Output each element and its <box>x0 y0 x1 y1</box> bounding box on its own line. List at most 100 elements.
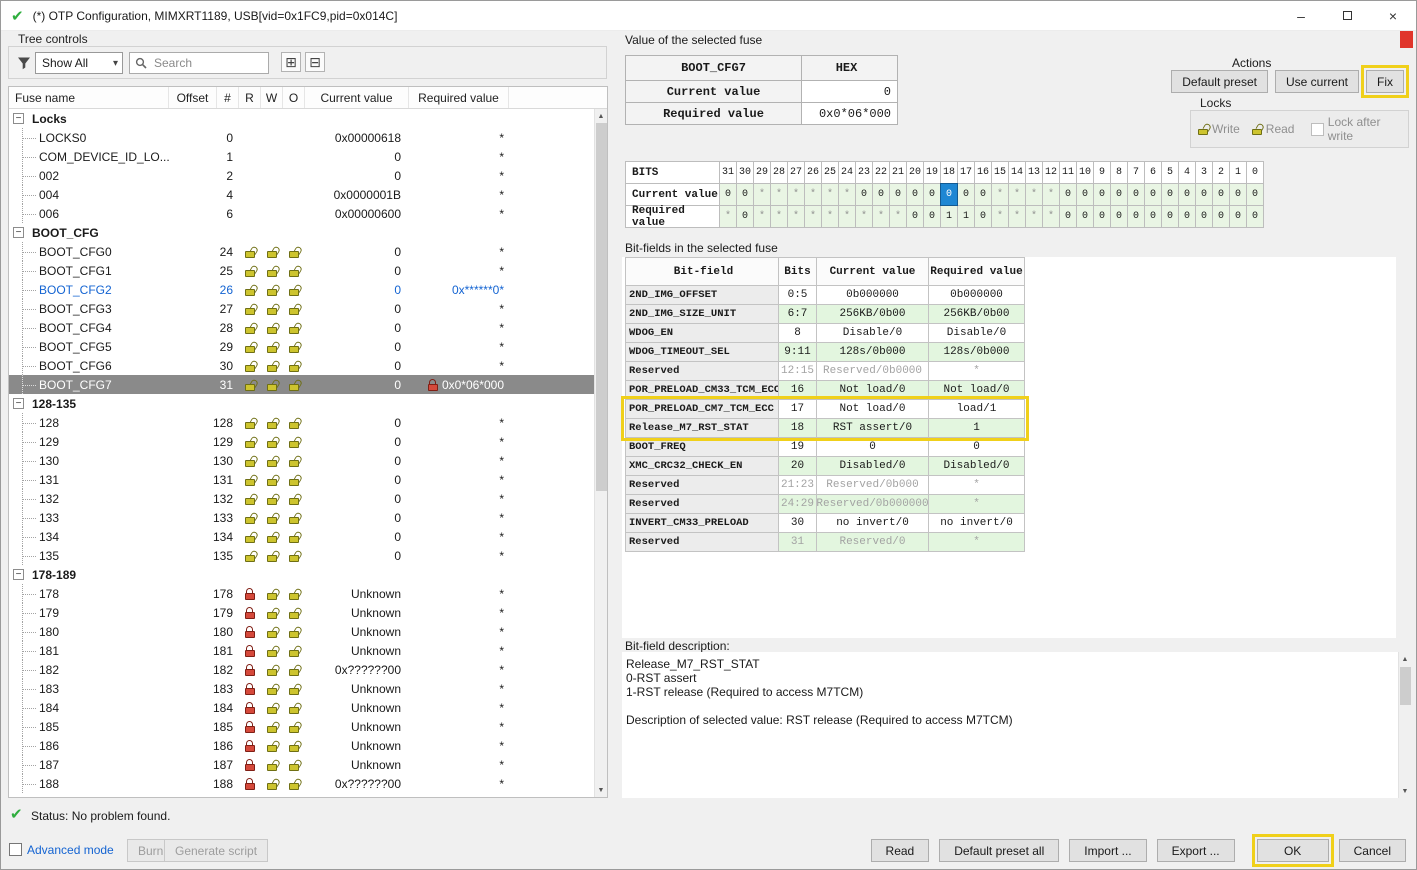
bit-value[interactable]: 0 <box>719 183 737 206</box>
column-fuse-name[interactable]: Fuse name <box>9 87 169 108</box>
bit-value[interactable]: 0 <box>1195 205 1213 228</box>
write-lock-icon[interactable] <box>266 322 278 334</box>
bitfield-row[interactable]: BOOT_FREQ1900 <box>625 437 1025 457</box>
override-lock-icon[interactable] <box>288 664 300 676</box>
read-lock-icon[interactable] <box>244 455 256 467</box>
bit-value[interactable]: * <box>838 183 856 206</box>
bit-value[interactable]: 0 <box>1076 205 1094 228</box>
close-button[interactable]: × <box>1370 1 1416 30</box>
read-lock-icon[interactable] <box>244 379 256 391</box>
bit-value[interactable]: * <box>1025 183 1043 206</box>
collapse-all-button[interactable]: ⊟ <box>305 52 325 72</box>
override-lock-icon[interactable] <box>288 417 300 429</box>
read-lock-icon[interactable] <box>244 759 256 771</box>
bitfield-required[interactable]: * <box>928 494 1025 514</box>
bitfield-row[interactable]: POR_PRELOAD_CM7_TCM_ECC17Not load/0load/… <box>625 399 1025 419</box>
bit-value[interactable]: * <box>753 183 771 206</box>
override-lock-icon[interactable] <box>288 645 300 657</box>
tree-row[interactable]: 178178Unknown* <box>9 584 594 603</box>
read-lock-icon[interactable] <box>244 360 256 372</box>
tree-row[interactable]: −178-189 <box>9 565 594 584</box>
override-lock-icon[interactable] <box>288 721 300 733</box>
bit-value[interactable]: 0 <box>1144 183 1162 206</box>
bitfield-row[interactable]: WDOG_TIMEOUT_SEL9:11128s/0b000128s/0b000 <box>625 342 1025 362</box>
read-lock-icon[interactable] <box>244 740 256 752</box>
read-lock-icon[interactable] <box>244 284 256 296</box>
minimize-button[interactable]: – <box>1278 1 1324 30</box>
read-lock-icon[interactable] <box>244 341 256 353</box>
bit-value[interactable]: * <box>804 183 822 206</box>
tree-row[interactable]: BOOT_CFG4280* <box>9 318 594 337</box>
maximize-button[interactable] <box>1324 1 1370 30</box>
bitfield-row[interactable]: 2ND_IMG_SIZE_UNIT6:7256KB/0b00256KB/0b00 <box>625 304 1025 324</box>
description-scroll-thumb[interactable] <box>1400 667 1411 705</box>
bit-value[interactable]: 0 <box>957 183 975 206</box>
advanced-mode-checkbox[interactable] <box>9 843 22 856</box>
write-lock-icon[interactable] <box>266 303 278 315</box>
tree-row[interactable]: BOOT_CFG1250* <box>9 261 594 280</box>
override-lock-icon[interactable] <box>288 588 300 600</box>
tree-row[interactable]: BOOT_CFG3270* <box>9 299 594 318</box>
bitfield-required[interactable]: 1 <box>928 418 1025 438</box>
bitfield-required[interactable]: Not load/0 <box>928 380 1025 400</box>
tree-row[interactable]: −128-135 <box>9 394 594 413</box>
override-lock-icon[interactable] <box>288 740 300 752</box>
column-required-value[interactable]: Required value <box>409 87 509 108</box>
tree-row[interactable]: 1291290* <box>9 432 594 451</box>
tree-row[interactable]: −Locks <box>9 109 594 128</box>
read-lock-icon[interactable] <box>244 474 256 486</box>
read-lock-icon[interactable] <box>244 721 256 733</box>
bit-value[interactable]: 0 <box>1093 183 1111 206</box>
tree-row[interactable]: 1881880x??????00* <box>9 774 594 793</box>
read-lock-icon[interactable] <box>244 626 256 638</box>
bit-value[interactable]: 1 <box>957 205 975 228</box>
read-lock-icon[interactable] <box>244 702 256 714</box>
read-lock-icon[interactable] <box>244 607 256 619</box>
tree-row[interactable]: 1281280* <box>9 413 594 432</box>
bit-value[interactable]: * <box>889 205 907 228</box>
bit-value[interactable]: 0 <box>1076 183 1094 206</box>
tree-row[interactable]: BOOT_CFG0240* <box>9 242 594 261</box>
bit-value[interactable]: 0 <box>736 183 754 206</box>
read-lock-icon[interactable] <box>244 664 256 676</box>
bitfield-required[interactable]: * <box>928 475 1025 495</box>
write-lock-icon[interactable] <box>266 512 278 524</box>
bit-value[interactable]: 0 <box>1144 205 1162 228</box>
bitfield-row[interactable]: XMC_CRC32_CHECK_EN20Disabled/0Disabled/0 <box>625 456 1025 476</box>
override-lock-icon[interactable] <box>288 322 300 334</box>
tree-row[interactable]: −BOOT_CFG <box>9 223 594 242</box>
override-lock-icon[interactable] <box>288 512 300 524</box>
bit-value[interactable]: * <box>991 183 1009 206</box>
tree-row[interactable]: BOOT_CFG73100x0*06*000 <box>9 375 594 394</box>
write-lock-icon[interactable] <box>266 550 278 562</box>
write-lock-icon[interactable] <box>266 493 278 505</box>
bit-value[interactable]: 0 <box>1127 183 1145 206</box>
tree-row[interactable]: 1311310* <box>9 470 594 489</box>
bit-value[interactable]: * <box>1042 183 1060 206</box>
bit-value[interactable]: 0 <box>923 183 941 206</box>
bitfield-row[interactable]: Release_M7_RST_STAT18RST assert/01 <box>625 418 1025 438</box>
bit-value[interactable]: 0 <box>940 183 958 206</box>
bit-value[interactable]: * <box>719 205 737 228</box>
bit-value[interactable]: * <box>872 205 890 228</box>
export-button[interactable]: Export ... <box>1157 839 1235 862</box>
bit-value[interactable]: 0 <box>1229 183 1247 206</box>
bit-value[interactable]: * <box>804 205 822 228</box>
tree-row[interactable]: COM_DEVICE_ID_LO...10* <box>9 147 594 166</box>
bitfield-required[interactable]: 0 <box>928 437 1025 457</box>
bitfield-required[interactable]: * <box>928 532 1025 552</box>
bitfield-required[interactable]: 128s/0b000 <box>928 342 1025 362</box>
bit-value[interactable]: 0 <box>1212 205 1230 228</box>
override-lock-icon[interactable] <box>288 683 300 695</box>
override-lock-icon[interactable] <box>288 360 300 372</box>
write-lock-icon[interactable] <box>266 265 278 277</box>
default-preset-button[interactable]: Default preset <box>1171 70 1268 93</box>
bit-value[interactable]: * <box>787 183 805 206</box>
override-lock-icon[interactable] <box>288 341 300 353</box>
bit-value[interactable]: * <box>1042 205 1060 228</box>
write-lock-icon[interactable] <box>266 474 278 486</box>
override-lock-icon[interactable] <box>288 626 300 638</box>
override-lock-icon[interactable] <box>288 246 300 258</box>
tree-row[interactable]: 00440x0000001B* <box>9 185 594 204</box>
tree-row[interactable]: 187187Unknown* <box>9 755 594 774</box>
